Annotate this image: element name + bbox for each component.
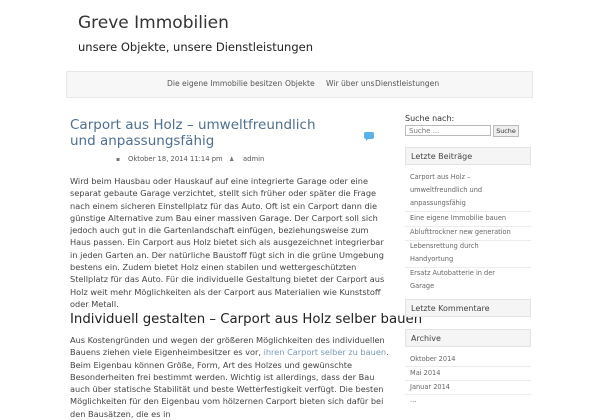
divider: [405, 366, 531, 367]
recent-posts-list: Carport aus Holz – umweltfreundlich und …: [405, 170, 531, 295]
main-navigation: Die eigene Immobilie besitzen Objekte Wi…: [66, 71, 533, 98]
archive-title: Archive: [405, 329, 531, 347]
author-icon: ♟: [229, 156, 235, 163]
post-paragraph-1: Wird beim Hausbau oder Hauskauf auf eine…: [70, 175, 390, 310]
archive-link[interactable]: ...: [410, 396, 416, 404]
recent-posts-title: Letzte Beiträge: [405, 147, 531, 165]
nav-item-eigene-immobilie[interactable]: Die eigene Immobilie besitzen: [167, 79, 282, 88]
section-heading: Individuell gestalten – Carport aus Holz…: [70, 312, 423, 327]
archive-link[interactable]: Mai 2014: [410, 369, 440, 377]
divider: [405, 394, 531, 395]
divider: [405, 211, 531, 212]
nav-item-objekte[interactable]: Objekte: [285, 79, 315, 88]
recent-post-link[interactable]: Ersatz Autobatterie in der: [410, 269, 495, 277]
nav-item-dienstleistungen[interactable]: Dienstleistungen: [375, 79, 439, 88]
divider: [405, 267, 531, 268]
divider: [405, 226, 531, 227]
recent-post-link[interactable]: umweltfreundlich und: [410, 186, 482, 194]
search-label: Suche nach:: [405, 114, 455, 123]
search-button[interactable]: Suche: [493, 125, 519, 137]
recent-post-link[interactable]: Ablufttrockner new generation: [410, 228, 511, 236]
recent-post-link[interactable]: anpassungsfähig: [410, 199, 466, 207]
nav-item-wir-ueber-uns[interactable]: Wir über uns: [326, 79, 374, 88]
post-paragraph-2-text: Aus Kostengründen und wegen der größeren…: [70, 334, 390, 420]
calendar-icon: ▪: [116, 156, 121, 163]
recent-post-link[interactable]: Garage: [410, 282, 434, 290]
paragraph-2-text-after: . Beim Eigenbau können Größe, Form, Art …: [70, 347, 389, 419]
recent-post-link[interactable]: Lebensrettung durch: [410, 242, 479, 250]
recent-post-link[interactable]: Eine eigene Immobilie bauen: [410, 214, 506, 222]
divider: [405, 240, 531, 241]
recent-post-link[interactable]: Carport aus Holz –: [410, 173, 470, 181]
archive-link[interactable]: Oktober 2014: [410, 355, 455, 363]
post-title-line-1[interactable]: Carport aus Holz – umweltfreundlich: [70, 117, 370, 133]
post-paragraph-1-text: Wird beim Hausbau oder Hauskauf auf eine…: [70, 176, 385, 309]
post-date[interactable]: Oktober 18, 2014 11:14 pm: [128, 155, 223, 163]
carport-selber-bauen-link[interactable]: ihren Carport selber zu bauen: [264, 347, 386, 357]
site-title[interactable]: Greve Immobilien: [78, 13, 229, 33]
archive-list: Oktober 2014 Mai 2014 Januar 2014 ...: [405, 352, 531, 404]
archive-link[interactable]: Januar 2014: [410, 383, 450, 391]
post-title[interactable]: Carport aus Holz – umweltfreundlich und …: [70, 117, 370, 149]
recent-comments-title: Letzte Kommentare: [405, 299, 531, 317]
post-title-line-2[interactable]: und anpassungsfähig: [70, 133, 370, 149]
recent-post-link[interactable]: Handyortung: [410, 255, 453, 263]
comment-bubble-icon[interactable]: [364, 132, 374, 141]
post-author[interactable]: admin: [243, 155, 264, 163]
search-input[interactable]: [405, 125, 491, 136]
site-description: unsere Objekte, unsere Dienstleistungen: [78, 40, 313, 54]
post-paragraph-2: Aus Kostengründen und wegen der größeren…: [70, 334, 390, 420]
divider: [405, 380, 531, 381]
